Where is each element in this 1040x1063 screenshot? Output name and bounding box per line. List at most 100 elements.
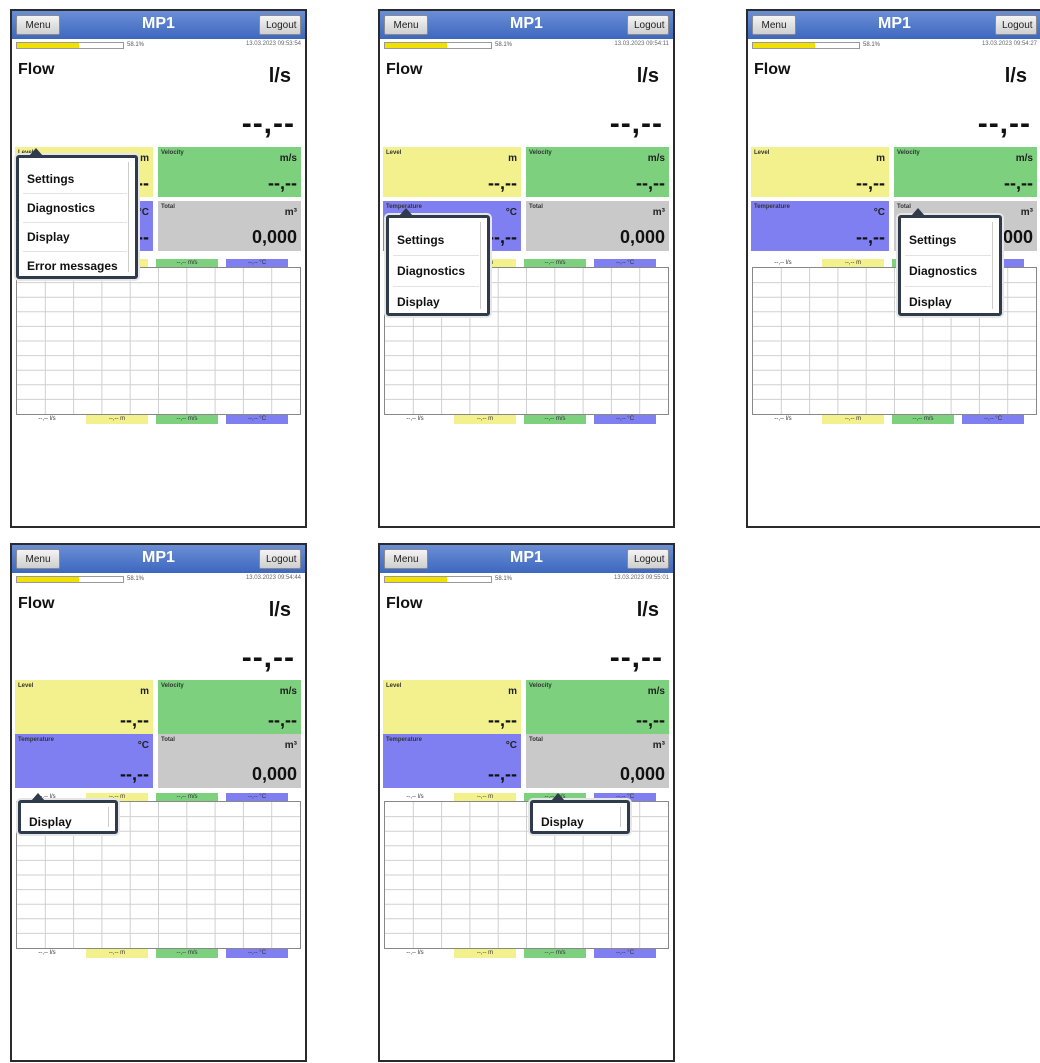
legend-velocity-bottom: --,-- m/s xyxy=(892,415,954,424)
velocity-value: --,-- xyxy=(268,173,297,193)
logout-button[interactable]: Logout xyxy=(259,549,301,569)
temperature-value: --,-- xyxy=(488,227,517,247)
legend-velocity-bottom: --,-- m/s xyxy=(524,949,586,958)
legend-flow-bottom: --,-- l/s xyxy=(16,415,78,424)
popup-pointer xyxy=(29,148,43,156)
timestamp: 13.03.2023 09:55:01 xyxy=(613,575,669,581)
total-tile[interactable]: Total m³ 0,000 xyxy=(526,201,669,251)
level-value: --,-- xyxy=(488,710,517,730)
temperature-unit: °C xyxy=(873,207,885,218)
logout-button[interactable]: Logout xyxy=(995,15,1037,35)
temperature-unit: °C xyxy=(505,740,517,751)
flow-label: Flow xyxy=(754,61,791,78)
memory-progress-bar: 58.1% xyxy=(16,42,144,49)
total-label: Total xyxy=(529,737,543,743)
context-menu-popup: Settings Diagnostics Display xyxy=(898,208,1002,316)
menu-item-diagnostics[interactable]: Diagnostics xyxy=(397,264,465,278)
trend-chart[interactable] xyxy=(16,267,301,415)
flow-value: --,-- xyxy=(609,107,663,140)
menu-item-diagnostics[interactable]: Diagnostics xyxy=(27,201,95,215)
top-bar: Menu MP1 Logout xyxy=(12,545,305,573)
logout-button[interactable]: Logout xyxy=(259,15,301,35)
legend-temperature-bottom: --,-- °C xyxy=(226,949,288,958)
level-unit: m xyxy=(140,686,149,697)
total-label: Total xyxy=(161,737,175,743)
velocity-tile[interactable]: Velocity m/s --,-- xyxy=(158,147,301,197)
level-label: Level xyxy=(386,683,402,689)
menu-item-settings[interactable]: Settings xyxy=(909,233,956,247)
legend-temperature-bottom: --,-- °C xyxy=(962,415,1024,424)
menu-item-display[interactable]: Display xyxy=(27,230,70,244)
flow-value: --,-- xyxy=(609,641,663,674)
velocity-tile[interactable]: Velocity m/s --,-- xyxy=(894,147,1037,197)
memory-progress-bar: 58.1% xyxy=(16,576,144,583)
menu-item-display[interactable]: Display xyxy=(29,815,72,829)
timestamp: 13.03.2023 09:54:27 xyxy=(981,41,1037,47)
menu-item-settings[interactable]: Settings xyxy=(27,172,74,186)
level-unit: m xyxy=(140,153,149,164)
popup-pointer xyxy=(31,793,45,801)
logout-button[interactable]: Logout xyxy=(627,15,669,35)
level-unit: m xyxy=(508,153,517,164)
menu-item-settings[interactable]: Settings xyxy=(397,233,444,247)
legend-flow-bottom: --,-- l/s xyxy=(384,949,446,958)
total-value: 0,000 xyxy=(251,764,297,784)
progress-label: 58.1% xyxy=(495,42,513,48)
velocity-unit: m/s xyxy=(647,153,665,164)
temperature-value: --,-- xyxy=(120,764,149,784)
total-label: Total xyxy=(161,204,175,210)
temperature-tile[interactable]: Temperature °C --,-- xyxy=(15,734,153,788)
velocity-tile[interactable]: Velocity m/s --,-- xyxy=(158,680,301,734)
total-label: Total xyxy=(897,204,911,210)
device-screen-2: Menu MP1 Logout 58.1% 13.03.2023 09:54:1… xyxy=(378,9,675,528)
velocity-label: Velocity xyxy=(161,150,184,156)
level-tile[interactable]: Level m --,-- xyxy=(383,680,521,734)
temperature-unit: °C xyxy=(505,207,517,218)
temperature-label: Temperature xyxy=(386,737,422,743)
top-bar: Menu MP1 Logout xyxy=(12,11,305,39)
menu-item-display[interactable]: Display xyxy=(909,295,952,309)
total-tile[interactable]: Total m³ 0,000 xyxy=(158,201,301,251)
top-bar: Menu MP1 Logout xyxy=(380,11,673,39)
total-unit: m³ xyxy=(652,207,665,218)
flow-label: Flow xyxy=(18,595,55,612)
velocity-label: Velocity xyxy=(529,150,552,156)
total-unit: m³ xyxy=(284,740,297,751)
popup-scrollbar[interactable] xyxy=(128,162,132,272)
device-screen-5: Menu MP1 Logout 58.1% 13.03.2023 09:55:0… xyxy=(378,543,675,1062)
logout-button[interactable]: Logout xyxy=(627,549,669,569)
level-tile[interactable]: Level m --,-- xyxy=(383,147,521,197)
level-value: --,-- xyxy=(856,173,885,193)
total-value: 0,000 xyxy=(251,227,297,247)
popup-scrollbar[interactable] xyxy=(480,222,484,309)
timestamp: 13.03.2023 09:53:54 xyxy=(245,41,301,47)
timestamp: 13.03.2023 09:54:44 xyxy=(245,575,301,581)
popup-pointer xyxy=(911,208,925,216)
menu-item-display[interactable]: Display xyxy=(397,295,440,309)
popup-scrollbar[interactable] xyxy=(108,807,112,827)
status-row: 58.1% 13.03.2023 09:55:01 xyxy=(384,575,669,584)
velocity-label: Velocity xyxy=(529,683,552,689)
flow-unit: l/s xyxy=(636,65,659,87)
velocity-tile[interactable]: Velocity m/s --,-- xyxy=(526,147,669,197)
temperature-tile[interactable]: Temperature °C --,-- xyxy=(751,201,889,251)
flow-unit: l/s xyxy=(268,599,291,621)
velocity-tile[interactable]: Velocity m/s --,-- xyxy=(526,680,669,734)
total-unit: m³ xyxy=(1020,207,1033,218)
level-tile[interactable]: Level m --,-- xyxy=(751,147,889,197)
total-tile[interactable]: Total m³ 0,000 xyxy=(158,734,301,788)
menu-item-diagnostics[interactable]: Diagnostics xyxy=(909,264,977,278)
total-tile[interactable]: Total m³ 0,000 xyxy=(526,734,669,788)
menu-item-display[interactable]: Display xyxy=(541,815,584,829)
temperature-tile[interactable]: Temperature °C --,-- xyxy=(383,734,521,788)
total-unit: m³ xyxy=(284,207,297,218)
level-tile[interactable]: Level m --,-- xyxy=(15,680,153,734)
velocity-label: Velocity xyxy=(897,150,920,156)
total-unit: m³ xyxy=(652,740,665,751)
progress-fill xyxy=(17,43,79,48)
popup-scrollbar[interactable] xyxy=(992,222,996,309)
popup-scrollbar[interactable] xyxy=(620,807,624,827)
flow-value: --,-- xyxy=(241,107,295,140)
menu-item-error-messages[interactable]: Error messages xyxy=(27,259,118,273)
temperature-unit: °C xyxy=(137,740,149,751)
